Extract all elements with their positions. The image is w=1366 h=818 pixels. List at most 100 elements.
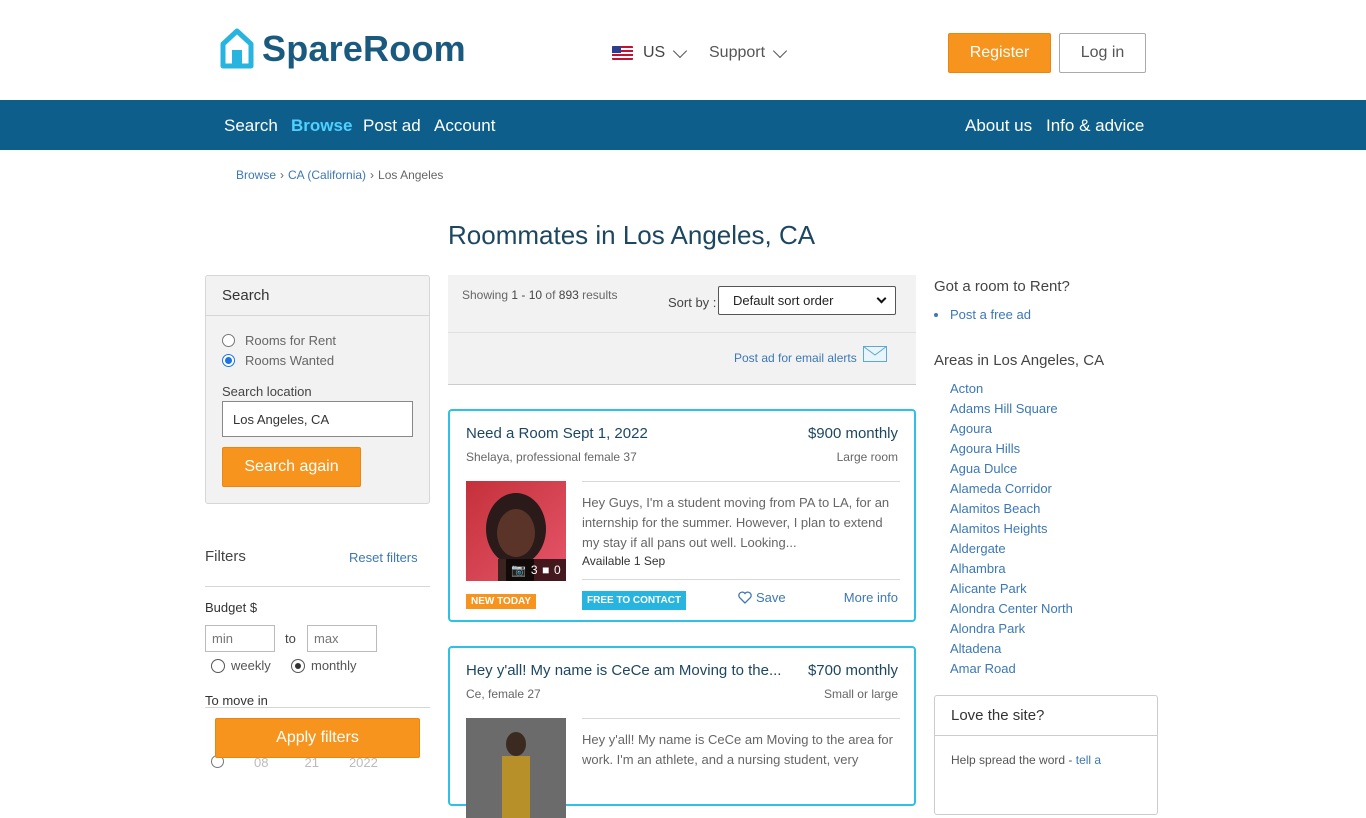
nav-info-advice[interactable]: Info & advice <box>1046 116 1144 136</box>
nav-search[interactable]: Search <box>224 116 278 136</box>
rooms-for-rent-radio[interactable] <box>222 334 235 347</box>
rooms-wanted-radio[interactable] <box>222 354 235 367</box>
listing-poster: Shelaya, professional female 37 <box>466 450 637 464</box>
love-the-site-text: Help spread the word - tell a <box>951 753 1102 767</box>
nav-account[interactable]: Account <box>434 116 495 136</box>
search-panel-title: Search <box>206 276 429 316</box>
weekly-radio[interactable] <box>211 658 225 673</box>
budget-to-label: to <box>285 631 296 646</box>
sort-by-label: Sort by : <box>668 295 717 310</box>
area-link[interactable]: Alhambra <box>950 560 1073 580</box>
results-header-divider <box>448 332 916 333</box>
search-location-label: Search location <box>222 384 312 399</box>
budget-min-input[interactable] <box>205 625 275 652</box>
area-link[interactable]: Adams Hill Square <box>950 400 1073 420</box>
listing-title[interactable]: Hey y'all! My name is CeCe am Moving to … <box>466 662 796 679</box>
listing-card[interactable]: Need a Room Sept 1, 2022 $900 monthly Sh… <box>448 409 916 622</box>
chevron-down-icon <box>673 43 688 58</box>
us-flag-icon <box>612 46 633 60</box>
nav-about-us[interactable]: About us <box>965 116 1032 136</box>
monthly-radio[interactable] <box>291 658 305 673</box>
search-location-input[interactable] <box>222 401 413 437</box>
breadcrumb-browse[interactable]: Browse <box>236 168 276 182</box>
rooms-wanted-label: Rooms Wanted <box>245 353 335 368</box>
love-the-site-title: Love the site? <box>935 696 1157 736</box>
post-free-ad-link[interactable]: Post a free ad <box>934 307 1031 322</box>
rooms-for-rent-option[interactable]: Rooms for Rent <box>222 333 336 348</box>
results-header: Showing 1 - 10 of 893 results Sort by : … <box>448 275 916 385</box>
listing-poster: Ce, female 27 <box>466 687 541 701</box>
monthly-option[interactable]: monthly <box>291 658 357 673</box>
listing-room-type: Large room <box>836 450 898 464</box>
listing-description: Hey Guys, I'm a student moving from PA t… <box>582 495 890 550</box>
weekly-option[interactable]: weekly <box>211 658 271 673</box>
listing-card[interactable]: Hey y'all! My name is CeCe am Moving to … <box>448 646 916 818</box>
area-link[interactable]: Alamitos Heights <box>950 520 1073 540</box>
filters-title: Filters <box>205 548 246 565</box>
area-link[interactable]: Alicante Park <box>950 580 1073 600</box>
email-alerts-link[interactable]: Post ad for email alerts <box>734 346 887 365</box>
envelope-icon <box>862 346 887 362</box>
save-label: Save <box>756 590 786 605</box>
area-link[interactable]: Agoura <box>950 420 1073 440</box>
site-header: SpareRoom US Support Register Log in <box>0 0 1366 100</box>
sort-order-select[interactable]: Default sort order <box>718 286 896 315</box>
area-link[interactable]: Amar Road <box>950 660 1073 680</box>
reset-filters-link[interactable]: Reset filters <box>349 550 418 565</box>
media-counts: 📷 3 ■ 0 <box>506 559 566 581</box>
results-count: Showing 1 - 10 of 893 results <box>462 288 618 302</box>
listing-divider <box>582 718 900 719</box>
house-logo-icon <box>220 28 254 69</box>
save-listing-button[interactable]: Save <box>738 590 786 605</box>
listing-photo[interactable]: 📷 3 ■ 0 <box>466 481 566 581</box>
rooms-wanted-option[interactable]: Rooms Wanted <box>222 353 334 368</box>
listing-description: Hey y'all! My name is CeCe am Moving to … <box>582 732 893 767</box>
area-link[interactable]: Alondra Center North <box>950 600 1073 620</box>
support-menu[interactable]: Support <box>709 43 788 62</box>
more-info-link[interactable]: More info <box>844 590 898 605</box>
heart-icon <box>738 591 752 604</box>
spareroom-logo[interactable]: SpareRoom <box>220 28 466 70</box>
budget-max-input[interactable] <box>307 625 377 652</box>
new-today-badge: NEW TODAY <box>466 594 537 609</box>
register-button[interactable]: Register <box>948 33 1051 73</box>
area-link[interactable]: Alondra Park <box>950 620 1073 640</box>
listing-title[interactable]: Need a Room Sept 1, 2022 <box>466 425 796 442</box>
area-link[interactable]: Alameda Corridor <box>950 480 1073 500</box>
move-in-divider <box>205 707 430 708</box>
weekly-label: weekly <box>231 658 271 673</box>
nav-browse[interactable]: Browse <box>291 116 352 136</box>
rooms-for-rent-label: Rooms for Rent <box>245 333 337 348</box>
search-again-button[interactable]: Search again <box>222 447 361 487</box>
love-the-site-box: Love the site? Help spread the word - te… <box>934 695 1158 815</box>
logo-text: SpareRoom <box>262 28 466 69</box>
chevron-down-icon <box>876 293 887 304</box>
video-icon: ■ <box>542 563 550 577</box>
area-link[interactable]: Altadena <box>950 640 1073 660</box>
post-free-ad-label: Post a free ad <box>950 307 1031 322</box>
video-count: 0 <box>553 563 561 577</box>
move-in-label: To move in <box>205 693 268 708</box>
apply-filters-button[interactable]: Apply filters <box>215 718 420 758</box>
breadcrumb-current: Los Angeles <box>378 168 444 182</box>
area-link[interactable]: Agoura Hills <box>950 440 1073 460</box>
nav-post-ad[interactable]: Post ad <box>363 116 421 136</box>
chevron-down-icon <box>772 43 788 58</box>
country-selector[interactable]: US <box>612 43 688 62</box>
bullet-icon <box>934 312 938 317</box>
got-room-heading: Got a room to Rent? <box>934 278 1070 295</box>
monthly-label: monthly <box>311 658 357 673</box>
breadcrumb-california[interactable]: CA (California) <box>288 168 366 182</box>
listing-photo[interactable] <box>466 718 566 818</box>
login-button[interactable]: Log in <box>1059 33 1146 73</box>
area-link[interactable]: Aldergate <box>950 540 1073 560</box>
tell-a-friend-link[interactable]: tell a <box>1076 753 1101 767</box>
sort-order-value: Default sort order <box>733 293 834 308</box>
area-link[interactable]: Agua Dulce <box>950 460 1073 480</box>
area-link[interactable]: Acton <box>950 380 1073 400</box>
budget-label: Budget $ <box>205 600 258 615</box>
listing-price: $900 monthly <box>807 425 898 442</box>
breadcrumb: Browse › CA (California) › Los Angeles <box>236 168 444 182</box>
area-link[interactable]: Alamitos Beach <box>950 500 1073 520</box>
listing-price: $700 monthly <box>807 662 898 679</box>
